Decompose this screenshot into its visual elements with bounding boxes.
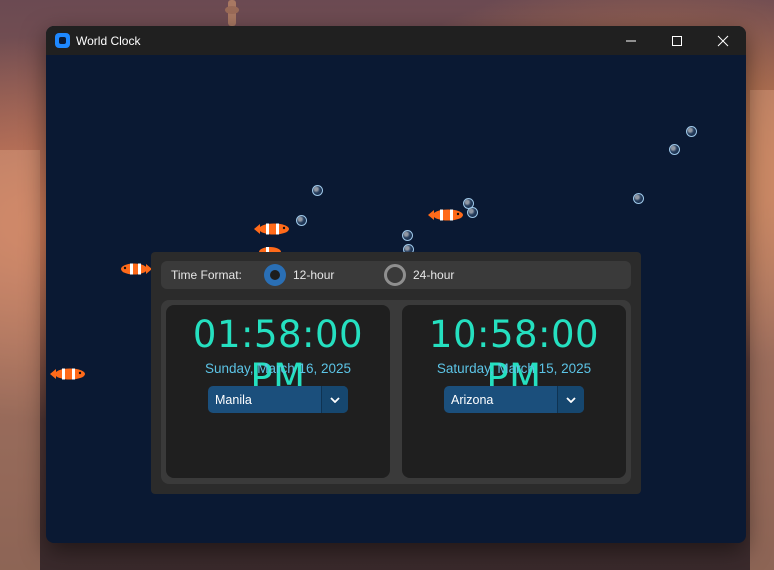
wallpaper-ruins-right (750, 90, 774, 570)
radio-24-hour-label: 24-hour (413, 268, 455, 282)
timezone-dropdown-button[interactable] (557, 386, 584, 413)
maximize-button[interactable] (654, 26, 700, 55)
app-icon (55, 33, 70, 48)
clocks-container: 01:58:00 PM Sunday, March 16, 2025 Manil… (161, 300, 631, 484)
app-window: World Clock Time Format: 12-hour 24-hour… (46, 26, 746, 543)
clownfish-icon (428, 209, 463, 221)
title-bar[interactable]: World Clock (46, 26, 746, 55)
bubble (296, 215, 307, 226)
chevron-down-icon (330, 396, 340, 403)
clownfish-icon (254, 223, 289, 235)
bubble (633, 193, 644, 204)
clock-date: Saturday, March 15, 2025 (436, 361, 592, 376)
bubble (467, 207, 478, 218)
radio-unselected-icon (384, 264, 406, 286)
wallpaper-spire (225, 0, 239, 26)
bubble (669, 144, 680, 155)
radio-12-hour[interactable]: 12-hour (264, 264, 334, 286)
timezone-dropdown-button[interactable] (321, 386, 348, 413)
clock-panel: Time Format: 12-hour 24-hour 01:58:00 PM… (151, 252, 641, 494)
clock-date: Sunday, March 16, 2025 (204, 361, 352, 376)
timezone-select[interactable]: Arizona (444, 386, 584, 413)
bubble (686, 126, 697, 137)
chevron-down-icon (566, 396, 576, 403)
radio-selected-icon (264, 264, 286, 286)
timezone-select-value: Manila (215, 392, 252, 407)
close-icon (717, 35, 729, 46)
minimize-button[interactable] (608, 26, 654, 55)
clock-card-manila: 01:58:00 PM Sunday, March 16, 2025 Manil… (166, 305, 390, 478)
time-format-label: Time Format: (171, 268, 242, 282)
bubble (402, 230, 413, 241)
maximize-icon (672, 35, 682, 46)
bubble (312, 185, 323, 196)
radio-24-hour[interactable]: 24-hour (384, 264, 454, 286)
aquarium-canvas: Time Format: 12-hour 24-hour 01:58:00 PM… (46, 55, 746, 543)
time-format-bar: Time Format: 12-hour 24-hour (161, 261, 631, 289)
close-button[interactable] (700, 26, 746, 55)
clownfish-icon (121, 263, 152, 275)
clock-card-arizona: 10:58:00 PM Saturday, March 15, 2025 Ari… (402, 305, 626, 478)
clownfish-icon (50, 368, 85, 380)
timezone-select-value: Arizona (451, 392, 494, 407)
wallpaper-ruins-left (0, 150, 40, 570)
timezone-select[interactable]: Manila (208, 386, 348, 413)
window-title: World Clock (76, 33, 141, 48)
radio-12-hour-label: 12-hour (293, 268, 335, 282)
minimize-icon (626, 40, 636, 41)
